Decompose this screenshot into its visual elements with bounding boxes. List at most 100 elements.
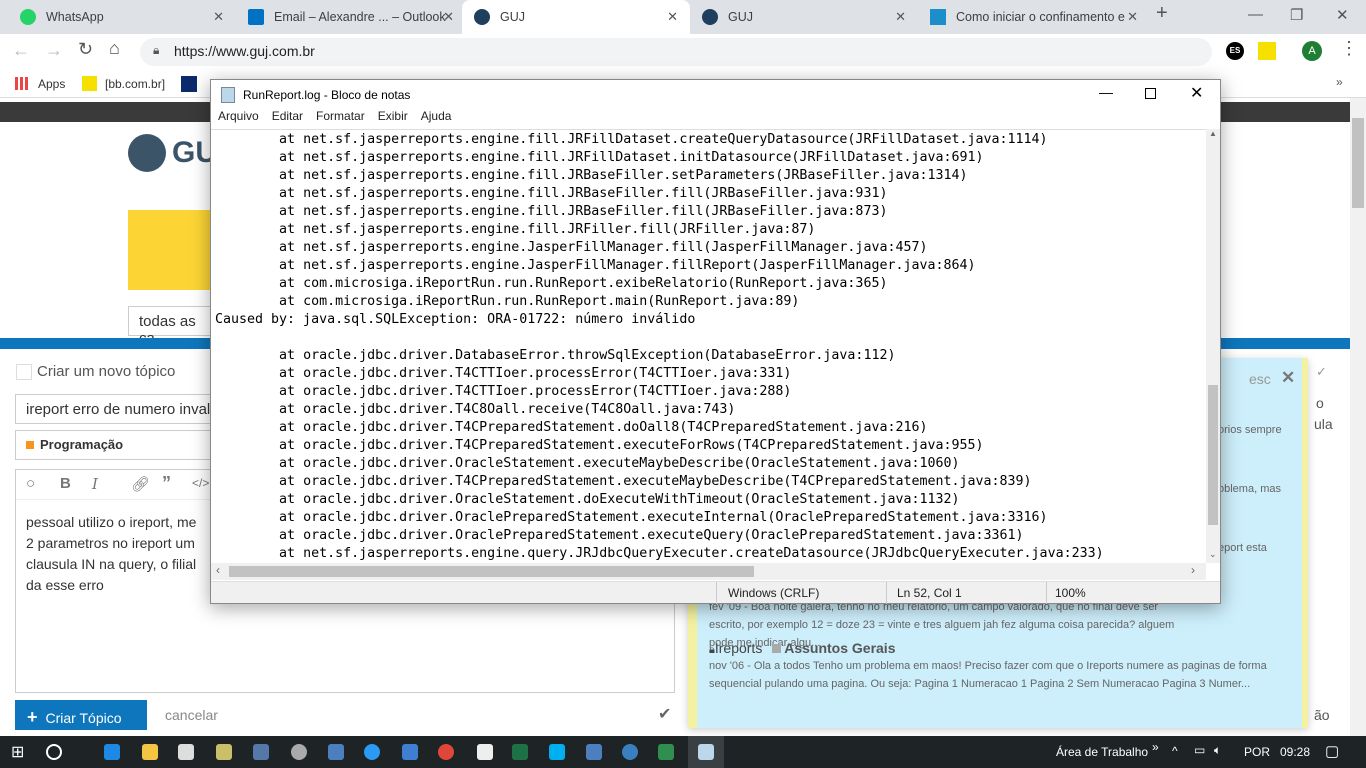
notepad-title-bar[interactable]: RunReport.log - Bloco de notas — ✕ [211, 80, 1220, 109]
scroll-left-icon[interactable]: ‹ [216, 563, 220, 577]
category-color-swatch [26, 441, 34, 449]
close-window-icon[interactable]: ✕ [1336, 6, 1349, 24]
itau-icon[interactable] [181, 76, 197, 92]
tab-bs[interactable]: Como iniciar o confinamento e ✕ [918, 0, 1150, 34]
notifications-icon[interactable]: ▢ [1325, 742, 1339, 760]
close-tab-icon[interactable]: ✕ [213, 9, 224, 25]
topic-excerpt[interactable]: nov '06 - Ola a todos Tenho um problema … [709, 657, 1299, 693]
new-tab-button[interactable]: + [1156, 2, 1168, 25]
topic-category: Assuntos Gerais [784, 640, 896, 656]
topic-title-input[interactable]: ireport erro de numero inval [15, 394, 215, 424]
menu-icon[interactable]: ⋮ [1340, 38, 1358, 59]
chrome-icon[interactable] [438, 744, 454, 760]
menu-editar[interactable]: Editar [272, 109, 310, 129]
minimize-icon[interactable]: — [1099, 84, 1113, 100]
minimize-icon[interactable]: — [1248, 6, 1263, 23]
scroll-right-icon[interactable]: › [1191, 563, 1195, 577]
app-icon[interactable] [586, 744, 602, 760]
bookmark-apps[interactable]: Apps [38, 77, 65, 91]
close-icon[interactable]: ✕ [1190, 83, 1203, 103]
close-tab-icon[interactable]: ✕ [1127, 9, 1138, 25]
tab-guj[interactable]: GUJ ✕ [690, 0, 918, 34]
restore-icon[interactable]: ❐ [1290, 6, 1303, 24]
tab-guj-active[interactable]: GUJ ✕ [462, 0, 690, 34]
profile-avatar[interactable]: A [1302, 41, 1322, 61]
address-bar[interactable]: 🔒︎ https://www.guj.com.br [140, 38, 1212, 66]
log-line: at com.microsiga.iReportRun.run.RunRepor… [215, 294, 800, 309]
tab-whatsapp[interactable]: WhatsApp ✕ [8, 0, 236, 34]
code-icon[interactable]: </> [192, 476, 209, 490]
collapse-icon[interactable] [16, 364, 32, 380]
notes-icon[interactable] [216, 744, 232, 760]
windows-start-icon[interactable]: ⊞ [11, 742, 24, 762]
extension-bb-icon[interactable] [1258, 42, 1276, 60]
topic-title[interactable]: 🔒︎Ireports Assuntos Gerais [709, 640, 895, 657]
log-line: at oracle.jdbc.driver.T4CPreparedStateme… [215, 438, 984, 453]
cancel-link[interactable]: cancelar [165, 707, 218, 723]
vertical-scrollbar[interactable]: ▲ ⌄ [1206, 129, 1220, 563]
log-line: at oracle.jdbc.driver.T4C8Oall.receive(T… [215, 402, 736, 417]
network-icon[interactable]: ▭ [1194, 743, 1205, 757]
edge-icon[interactable] [104, 744, 120, 760]
scroll-down-icon[interactable]: ⌄ [1209, 549, 1217, 560]
bold-icon[interactable]: B [60, 475, 71, 492]
skype-icon[interactable] [549, 744, 565, 760]
close-tab-icon[interactable]: ✕ [443, 9, 454, 25]
link-icon[interactable]: 🔗︎ [131, 475, 150, 493]
status-encoding: Windows (CRLF) [728, 586, 820, 600]
menu-exibir[interactable]: Exibir [378, 109, 415, 129]
log-line: at net.sf.jasperreports.engine.JasperFil… [215, 258, 976, 273]
store-icon[interactable] [178, 744, 194, 760]
checkmark-icon: ✓ [1316, 364, 1327, 379]
log-line: at oracle.jdbc.driver.T4CPreparedStateme… [215, 420, 928, 435]
italic-icon[interactable]: I [92, 475, 98, 493]
close-popup-icon[interactable]: ✕ [1281, 368, 1295, 388]
create-topic-button[interactable]: + Criar Tópico [15, 700, 147, 730]
app-icon[interactable] [402, 744, 418, 760]
app-icon[interactable] [328, 744, 344, 760]
calculator-icon[interactable] [477, 744, 493, 760]
more-bookmarks[interactable]: » [1336, 75, 1343, 89]
tab-title: Como iniciar o confinamento e [956, 10, 1125, 24]
forward-icon[interactable]: → [45, 40, 63, 61]
close-tab-icon[interactable]: ✕ [895, 9, 906, 25]
app-icon[interactable] [291, 744, 307, 760]
tab-outlook[interactable]: Email – Alexandre ... – Outlook ✕ [236, 0, 466, 34]
notepad-taskbar-button[interactable] [688, 736, 724, 768]
menu-formatar[interactable]: Formatar [316, 109, 372, 129]
category-filter[interactable]: todas as ca [128, 306, 218, 347]
app-icon[interactable] [253, 744, 269, 760]
extension-es-icon[interactable]: ES [1226, 42, 1244, 60]
cortana-icon[interactable] [46, 744, 62, 760]
menu-arquivo[interactable]: Arquivo [218, 109, 266, 129]
vertical-scroll-thumb[interactable] [1208, 385, 1218, 525]
language-indicator[interactable]: POR [1244, 745, 1270, 759]
home-icon[interactable]: ⌂ [109, 38, 120, 59]
close-tab-icon[interactable]: ✕ [667, 9, 678, 25]
clock[interactable]: 09:28 [1280, 745, 1310, 759]
category-select[interactable]: Programação [15, 430, 215, 460]
horizontal-scroll-thumb[interactable] [229, 566, 754, 577]
page-scrollbar[interactable] [1350, 98, 1366, 736]
file-explorer-icon[interactable] [142, 744, 158, 760]
app-icon[interactable] [658, 744, 674, 760]
internet-explorer-icon[interactable] [364, 744, 380, 760]
snippet: orios sempre [1218, 424, 1282, 436]
reload-icon[interactable]: ↻ [78, 39, 93, 60]
more-toolbar-icon[interactable]: » [1152, 740, 1159, 754]
excel-icon[interactable] [512, 744, 528, 760]
quote-reply-icon[interactable]: ○ [26, 475, 35, 492]
maximize-icon[interactable] [1145, 88, 1156, 99]
horizontal-scrollbar[interactable]: ‹ › [211, 563, 1206, 580]
bookmark-bb[interactable]: [bb.com.br] [105, 77, 165, 91]
scroll-up-icon[interactable]: ▲ [1209, 129, 1217, 138]
app-icon[interactable] [622, 744, 638, 760]
back-icon[interactable]: ← [12, 40, 30, 61]
notepad-text-area[interactable]: at net.sf.jasperreports.engine.fill.JRFi… [211, 129, 1206, 563]
blockquote-icon[interactable]: ” [162, 473, 171, 494]
volume-icon[interactable]: 🔈︎ [1214, 743, 1221, 758]
desktop-toolbar-label[interactable]: Área de Trabalho [1056, 745, 1148, 759]
status-position: Ln 52, Col 1 [897, 586, 962, 600]
tray-expand-icon[interactable]: ^ [1172, 744, 1178, 758]
menu-ajuda[interactable]: Ajuda [421, 109, 459, 129]
